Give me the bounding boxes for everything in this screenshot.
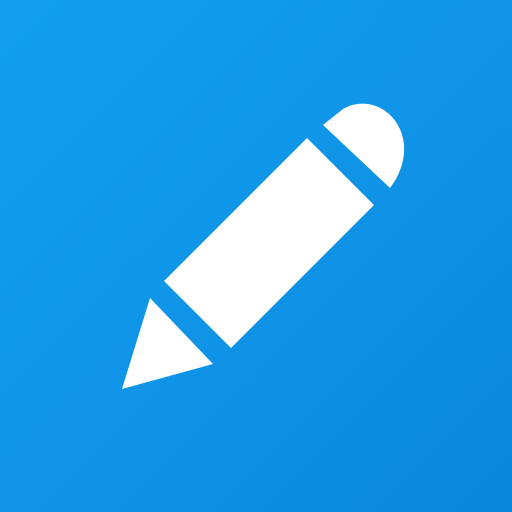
pencil-body <box>164 138 374 348</box>
app-icon <box>0 0 512 512</box>
pencil-icon <box>122 103 405 389</box>
